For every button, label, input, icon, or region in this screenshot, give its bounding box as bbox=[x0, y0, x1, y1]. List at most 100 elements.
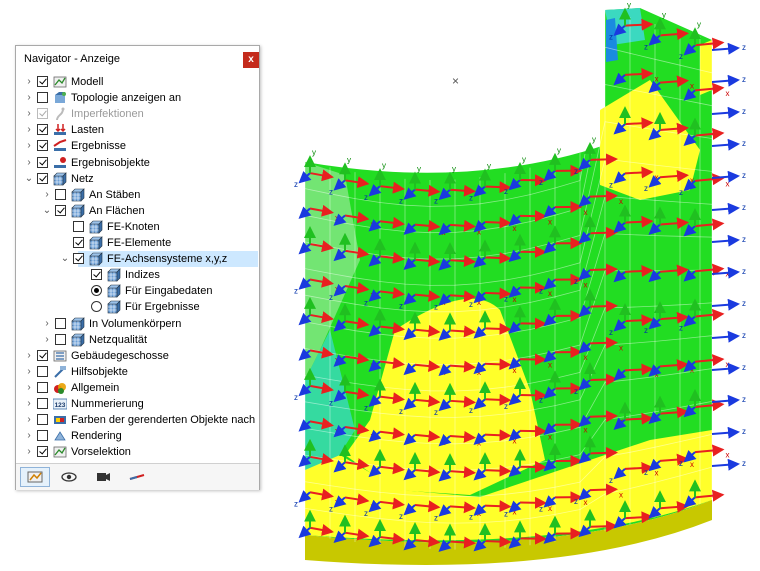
chevron-right-icon[interactable]: › bbox=[24, 430, 34, 442]
tree-item[interactable]: ›In Volumenkörpern bbox=[16, 316, 259, 332]
axis-arrow bbox=[485, 328, 510, 329]
checkbox[interactable] bbox=[37, 157, 48, 168]
checkbox[interactable] bbox=[55, 205, 66, 216]
axis-label: x bbox=[619, 490, 623, 499]
checkbox[interactable] bbox=[37, 414, 48, 425]
axis-arrow bbox=[625, 320, 652, 321]
chevron-down-icon[interactable]: ⌄ bbox=[42, 205, 52, 217]
checkbox[interactable] bbox=[91, 269, 102, 280]
checkbox[interactable] bbox=[37, 124, 48, 135]
chevron-right-icon[interactable]: › bbox=[24, 350, 34, 362]
chevron-right-icon[interactable]: › bbox=[24, 92, 34, 104]
axis-label: z bbox=[644, 468, 648, 477]
rendering-icon bbox=[53, 429, 67, 443]
radio-button[interactable] bbox=[91, 285, 102, 296]
checkbox[interactable] bbox=[37, 76, 48, 87]
tree-item[interactable]: ⌄An Flächen bbox=[16, 203, 259, 219]
chevron-right-icon[interactable]: › bbox=[24, 398, 34, 410]
axis-label: x bbox=[513, 295, 517, 304]
tree-item[interactable]: › Allgemein bbox=[16, 380, 259, 396]
footer-tab[interactable] bbox=[88, 467, 118, 487]
tree-item[interactable]: ›Modell bbox=[16, 74, 259, 90]
chevron-right-icon[interactable]: › bbox=[42, 334, 52, 346]
tree-item[interactable]: ›Imperfektionen bbox=[16, 106, 259, 122]
axis-label: x bbox=[513, 224, 517, 233]
checkbox[interactable] bbox=[37, 382, 48, 393]
axis-arrow bbox=[712, 368, 738, 370]
chevron-right-icon[interactable]: › bbox=[42, 318, 52, 330]
axis-arrow bbox=[625, 517, 652, 518]
checkbox[interactable] bbox=[37, 430, 48, 441]
tree-item[interactable]: ›Hilfsobjekte bbox=[16, 364, 259, 380]
checkbox[interactable] bbox=[73, 253, 84, 264]
footer-tab[interactable] bbox=[122, 467, 152, 487]
chevron-right-icon[interactable]: › bbox=[24, 157, 34, 169]
axis-arrow bbox=[590, 526, 616, 527]
footer-tab[interactable] bbox=[20, 467, 50, 487]
tree-item[interactable]: ›Ergebnisse bbox=[16, 138, 259, 154]
checkbox[interactable] bbox=[37, 398, 48, 409]
tree-item-label: Rendering bbox=[71, 430, 122, 442]
chevron-right-icon[interactable]: › bbox=[24, 140, 34, 152]
tree-item[interactable]: ›Gebäudegeschosse bbox=[16, 348, 259, 364]
model-icon bbox=[53, 75, 67, 89]
chevron-right-icon[interactable]: › bbox=[24, 124, 34, 136]
tree-item[interactable]: ⌄FE-Achsensysteme x,y,z bbox=[16, 251, 259, 267]
chevron-right-icon[interactable]: › bbox=[24, 76, 34, 88]
chevron-right-icon[interactable]: › bbox=[24, 382, 34, 394]
tree-item[interactable]: Für Eingabedaten bbox=[16, 283, 259, 299]
tree-item[interactable]: Indizes bbox=[16, 267, 259, 283]
numbering-icon: 123 bbox=[53, 397, 67, 411]
checkbox[interactable] bbox=[55, 318, 66, 329]
checkbox[interactable] bbox=[37, 446, 48, 457]
axis-label: z bbox=[742, 75, 746, 84]
checkbox[interactable] bbox=[55, 189, 66, 200]
axis-label: z bbox=[742, 395, 746, 404]
checkbox[interactable] bbox=[37, 173, 48, 184]
tree-item[interactable]: ›Ergebnisobjekte bbox=[16, 155, 259, 171]
chevron-right-icon[interactable]: › bbox=[24, 366, 34, 378]
axis-label: z bbox=[742, 43, 746, 52]
checkbox[interactable] bbox=[37, 108, 48, 119]
axis-label: x bbox=[548, 432, 552, 441]
axis-label: z bbox=[574, 387, 578, 396]
tree-item-label: Für Ergebnisse bbox=[125, 301, 200, 313]
tree-item[interactable]: ⌄Netz bbox=[16, 171, 259, 187]
chevron-right-icon[interactable]: › bbox=[24, 108, 34, 120]
axis-label: z bbox=[504, 295, 508, 304]
tree-item[interactable]: ›Farben der gerenderten Objekte nach bbox=[16, 412, 259, 428]
chevron-down-icon[interactable]: ⌄ bbox=[60, 253, 70, 265]
axis-arrow bbox=[590, 416, 616, 417]
tree-item[interactable]: FE-Knoten bbox=[16, 219, 259, 235]
checkbox[interactable] bbox=[37, 350, 48, 361]
tree-item[interactable]: ›An Stäben bbox=[16, 187, 259, 203]
tree-item-label: Allgemein bbox=[71, 382, 119, 394]
axis-label: z bbox=[399, 197, 403, 206]
checkbox[interactable] bbox=[37, 366, 48, 377]
checkbox[interactable] bbox=[73, 221, 84, 232]
axis-label: x bbox=[548, 504, 552, 513]
close-button[interactable]: x bbox=[243, 52, 259, 68]
chevron-right-icon[interactable]: › bbox=[24, 414, 34, 426]
chevron-down-icon[interactable]: ⌄ bbox=[24, 173, 34, 185]
footer-tab[interactable] bbox=[54, 467, 84, 487]
checkbox[interactable] bbox=[37, 92, 48, 103]
checkbox[interactable] bbox=[55, 334, 66, 345]
tree-item[interactable]: Für Ergebnisse bbox=[16, 299, 259, 315]
checkbox[interactable] bbox=[37, 140, 48, 151]
tree-item[interactable]: › Rendering bbox=[16, 428, 259, 444]
tree-item[interactable]: ›Topologie anzeigen an bbox=[16, 90, 259, 106]
tree-item[interactable]: ›Lasten bbox=[16, 122, 259, 138]
axis-arrow bbox=[590, 196, 616, 197]
axis-arrow bbox=[712, 112, 738, 114]
tree-item[interactable]: ›Netzqualität bbox=[16, 332, 259, 348]
chevron-right-icon[interactable]: › bbox=[42, 189, 52, 201]
axis-label: z bbox=[644, 326, 648, 335]
tree-item[interactable]: ›Vorselektion bbox=[16, 444, 259, 460]
tree-item[interactable]: ›123Nummerierung bbox=[16, 396, 259, 412]
radio-button[interactable] bbox=[91, 301, 102, 312]
checkbox[interactable] bbox=[73, 237, 84, 248]
chevron-right-icon[interactable]: › bbox=[24, 446, 34, 458]
axis-label: x bbox=[726, 451, 730, 460]
tree-item[interactable]: FE-Elemente bbox=[16, 235, 259, 251]
